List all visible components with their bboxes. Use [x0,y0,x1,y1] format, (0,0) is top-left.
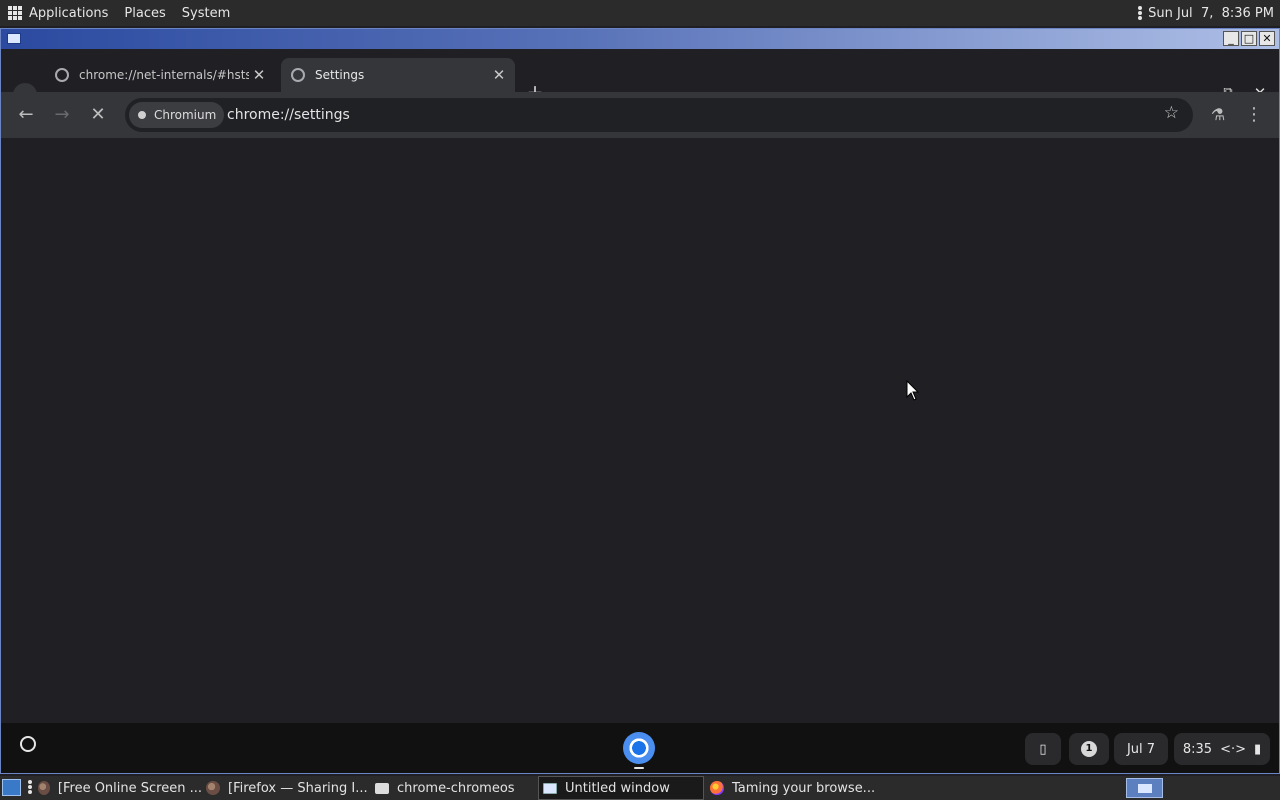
labs-button[interactable]: ⚗ [1206,103,1230,127]
stop-button[interactable]: ✕ [86,103,110,127]
chip-label: Chromium [154,108,217,122]
workspace-switcher[interactable] [1126,778,1163,798]
mouse-cursor-icon [906,380,920,401]
taskbar-item-label: [Free Online Screen ... [57,780,202,796]
firefox-icon [206,781,220,795]
chromeos-shelf: ▯ 1 Jul 7 8:35 <·> ▮ [1,723,1279,773]
taskbar-kebab-icon [28,780,32,795]
taskbar-item-label: [Firefox — Sharing I... [228,780,368,796]
bottom-taskbar: [Free Online Screen ... [Firefox — Shari… [0,776,1280,800]
browser-window-frame: _ □ ✕ ⌄ chrome://net-internals/#hsts ✕ S… [0,28,1280,774]
window-icon [543,782,557,794]
taskbar-item[interactable]: Taming your browse... [710,776,880,800]
globe-icon [55,68,69,82]
applications-menu[interactable]: Applications [0,0,116,26]
taskbar-item[interactable]: [Free Online Screen ... [38,776,202,800]
battery-icon: ▮ [1253,741,1262,757]
taskbar-item-label: chrome-chromeos [397,780,515,796]
arrow-left-icon: ← [18,104,34,125]
phone-icon: ▯ [1039,741,1047,757]
date-text: Jul 7 [1126,741,1156,757]
taskbar-item-label: Taming your browse... [732,780,876,796]
bookmark-star-icon[interactable]: ☆ [1164,103,1179,123]
tab-strip: ⌄ chrome://net-internals/#hsts ✕ Setting… [1,50,1279,107]
system-tray[interactable]: 8:35 <·> ▮ [1174,733,1270,765]
kebab-menu-icon: ⋮ [1245,104,1263,125]
tab-close-icon[interactable]: ✕ [489,66,509,84]
show-desktop-icon[interactable] [2,779,21,796]
network-icon: <·> [1220,741,1246,757]
tab-settings[interactable]: Settings ✕ [281,58,515,92]
time-text: 8:35 [1182,741,1213,757]
top-panel: Applications Places System Sun Jul 7, 8:… [0,0,1280,26]
browser-toolbar: ← → ✕ Chromium chrome://settings ☆ ⚗ ⋮ [1,92,1279,138]
notification-button[interactable]: 1 [1069,733,1109,765]
frame-close-button[interactable]: ✕ [1259,31,1275,46]
panel-kebab-icon [1138,5,1143,21]
panel-clock[interactable]: Sun Jul 7, 8:36 PM [1138,0,1274,26]
places-menu[interactable]: Places [116,0,173,26]
window-icon [7,33,21,44]
system-menu-label: System [181,5,231,21]
gear-icon [291,68,305,82]
page-content[interactable] [3,139,1277,723]
notification-count: 1 [1081,741,1097,757]
running-indicator [634,767,644,769]
frame-minimize-button[interactable]: _ [1223,31,1239,46]
chromium-icon [135,108,149,122]
taskbar-item[interactable]: [Firefox — Sharing I... [206,776,372,800]
tab-title: chrome://net-internals/#hsts [79,68,249,82]
launcher-button[interactable] [20,736,36,752]
chromium-shelf-icon[interactable] [623,732,655,764]
tab-title: Settings [315,68,365,82]
flask-icon: ⚗ [1210,105,1226,124]
date-tray[interactable]: Jul 7 [1114,733,1168,765]
tab-close-icon[interactable]: ✕ [249,66,269,84]
window-titlebar[interactable]: _ □ ✕ [1,29,1279,49]
taskbar-item[interactable]: chrome-chromeos [375,776,535,800]
forward-button[interactable]: → [50,103,74,127]
firefox-icon [710,781,724,795]
system-menu[interactable]: System [174,0,238,26]
url-text[interactable]: chrome://settings [227,98,350,132]
arrow-right-icon: → [54,104,70,125]
places-menu-label: Places [124,5,166,21]
apps-grid-icon [8,6,22,20]
taskbar-item-label: Untitled window [565,780,670,796]
folder-icon [375,782,389,794]
frame-maximize-button[interactable]: □ [1241,31,1257,46]
phone-hub-button[interactable]: ▯ [1025,733,1061,765]
panel-clock-text: Sun Jul 7, 8:36 PM [1148,5,1274,21]
close-icon: ✕ [90,104,106,125]
applications-menu-label: Applications [29,5,109,21]
back-button[interactable]: ← [14,103,38,127]
address-bar[interactable]: Chromium chrome://settings ☆ [125,98,1193,132]
firefox-icon [38,781,50,795]
menu-button[interactable]: ⋮ [1242,103,1266,127]
taskbar-item-active[interactable]: Untitled window [538,776,704,800]
site-info-chip[interactable]: Chromium [129,102,225,128]
tab-net-internals[interactable]: chrome://net-internals/#hsts ✕ [45,58,275,92]
